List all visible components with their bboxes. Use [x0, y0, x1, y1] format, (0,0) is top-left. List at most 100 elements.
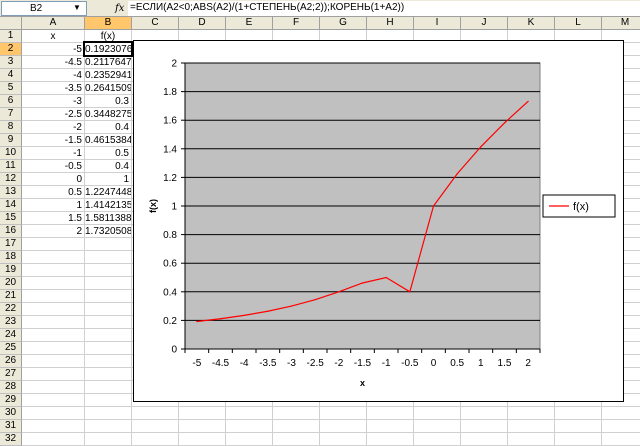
row-header-6[interactable]: 6 [0, 95, 22, 108]
row-header-26[interactable]: 26 [0, 355, 22, 368]
column-header-i[interactable]: I [414, 17, 461, 30]
y-tick-label: 2 [171, 59, 177, 70]
row-gridline [22, 432, 640, 433]
cell-a15[interactable]: 1.5 [22, 212, 84, 225]
row-header-25[interactable]: 25 [0, 342, 22, 355]
y-tick-label: 0.8 [163, 230, 177, 241]
cell-b3[interactable]: 0.211764706 [85, 56, 131, 69]
column-header-g[interactable]: G [320, 17, 367, 30]
x-tick-label: -0.5 [401, 358, 419, 369]
row-header-9[interactable]: 9 [0, 134, 22, 147]
y-tick-label: 0.2 [163, 316, 177, 327]
column-header-c[interactable]: C [132, 17, 179, 30]
row-header-3[interactable]: 3 [0, 56, 22, 69]
cell-b12[interactable]: 1 [85, 173, 131, 186]
cell-a12[interactable]: 0 [22, 173, 84, 186]
row-header-13[interactable]: 13 [0, 186, 22, 199]
cell-b13[interactable]: 1.224744871 [85, 186, 131, 199]
row-header-24[interactable]: 24 [0, 329, 22, 342]
data-point [480, 146, 482, 148]
x-tick-label: -3 [287, 358, 296, 369]
row-header-4[interactable]: 4 [0, 69, 22, 82]
cell-a8[interactable]: -2 [22, 121, 84, 134]
row-header-28[interactable]: 28 [0, 381, 22, 394]
select-all-corner[interactable] [0, 17, 22, 30]
column-header-f[interactable]: F [273, 17, 320, 30]
column-header-m[interactable]: M [602, 17, 640, 30]
x-tick-label: 1 [478, 358, 484, 369]
row-header-30[interactable]: 30 [0, 407, 22, 420]
cell-a13[interactable]: 0.5 [22, 186, 84, 199]
row-header-32[interactable]: 32 [0, 433, 22, 446]
row-header-19[interactable]: 19 [0, 264, 22, 277]
cell-a14[interactable]: 1 [22, 199, 84, 212]
cell-b7[interactable]: 0.344827586 [85, 108, 131, 121]
row-header-21[interactable]: 21 [0, 290, 22, 303]
cell-a6[interactable]: -3 [22, 95, 84, 108]
cell-b4[interactable]: 0.235294118 [85, 69, 131, 82]
row-header-16[interactable]: 16 [0, 225, 22, 238]
x-tick-label: -5 [192, 358, 201, 369]
cell-a16[interactable]: 2 [22, 225, 84, 238]
row-header-11[interactable]: 11 [0, 160, 22, 173]
row-header-27[interactable]: 27 [0, 368, 22, 381]
cell-b14[interactable]: 1.414213562 [85, 199, 131, 212]
x-axis-title: x [360, 378, 365, 388]
row-header-29[interactable]: 29 [0, 394, 22, 407]
chart-object[interactable]: 0 0.2 0.4 0.6 0.8 1 1.2 1.4 1.6 1.8 2 -5 -4.5 -4 -3.5-… [133, 40, 624, 402]
row-header-31[interactable]: 31 [0, 420, 22, 433]
cell-a5[interactable]: -3.5 [22, 82, 84, 95]
cell-a2[interactable]: -5 [22, 43, 84, 56]
x-tick-label: 0.5 [450, 358, 464, 369]
row-header-22[interactable]: 22 [0, 303, 22, 316]
x-tick-label: 1.5 [498, 358, 512, 369]
cell-a4[interactable]: -4 [22, 69, 84, 82]
row-header-12[interactable]: 12 [0, 173, 22, 186]
cell-a11[interactable]: -0.5 [22, 160, 84, 173]
data-point [338, 291, 340, 293]
cell-a3[interactable]: -4.5 [22, 56, 84, 69]
row-header-2[interactable]: 2 [0, 43, 22, 56]
cell-b9[interactable]: 0.461538462 [85, 134, 131, 147]
row-header-7[interactable]: 7 [0, 108, 22, 121]
row-header-8[interactable]: 8 [0, 121, 22, 134]
x-tick-label: -2.5 [307, 358, 325, 369]
column-header-e[interactable]: E [226, 17, 273, 30]
cell-b15[interactable]: 1.58113883 [85, 212, 131, 225]
row-header-14[interactable]: 14 [0, 199, 22, 212]
row-header-1[interactable]: 1 [0, 30, 22, 43]
column-header-d[interactable]: D [179, 17, 226, 30]
cell-b6[interactable]: 0.3 [85, 95, 131, 108]
cell-b8[interactable]: 0.4 [85, 121, 131, 134]
y-tick-label: 1.4 [163, 144, 177, 155]
cell-a7[interactable]: -2.5 [22, 108, 84, 121]
x-tick-label: -3.5 [259, 358, 277, 369]
x-tick-label: -2 [334, 358, 343, 369]
column-header-k[interactable]: K [508, 17, 555, 30]
name-box-dropdown-icon[interactable]: ▼ [73, 1, 81, 14]
column-header-l[interactable]: L [555, 17, 602, 30]
row-header-18[interactable]: 18 [0, 251, 22, 264]
x-tick-label: -4.5 [212, 358, 230, 369]
cell-b16[interactable]: 1.732050808 [85, 225, 131, 238]
y-tick-label: 0.4 [163, 287, 177, 298]
cell-a9[interactable]: -1.5 [22, 134, 84, 147]
formula-input[interactable]: =ЕСЛИ(A2<0;ABS(A2)/(1+СТЕПЕНЬ(A2;2));КОР… [128, 1, 640, 16]
row-header-15[interactable]: 15 [0, 212, 22, 225]
row-header-23[interactable]: 23 [0, 316, 22, 329]
cell-b5[interactable]: 0.264150943 [85, 82, 131, 95]
cell-b11[interactable]: 0.4 [85, 160, 131, 173]
column-header-j[interactable]: J [461, 17, 508, 30]
column-header-h[interactable]: H [367, 17, 414, 30]
cell-b10[interactable]: 0.5 [85, 147, 131, 160]
row-header-5[interactable]: 5 [0, 82, 22, 95]
row-header-17[interactable]: 17 [0, 238, 22, 251]
column-header-b[interactable]: B [85, 17, 132, 30]
fx-icon[interactable]: fx [115, 2, 124, 15]
row-header-20[interactable]: 20 [0, 277, 22, 290]
data-point [219, 318, 222, 320]
cell-a1[interactable]: x [22, 30, 84, 43]
column-header-a[interactable]: A [22, 17, 85, 30]
cell-a10[interactable]: -1 [22, 147, 84, 160]
row-header-10[interactable]: 10 [0, 147, 22, 160]
